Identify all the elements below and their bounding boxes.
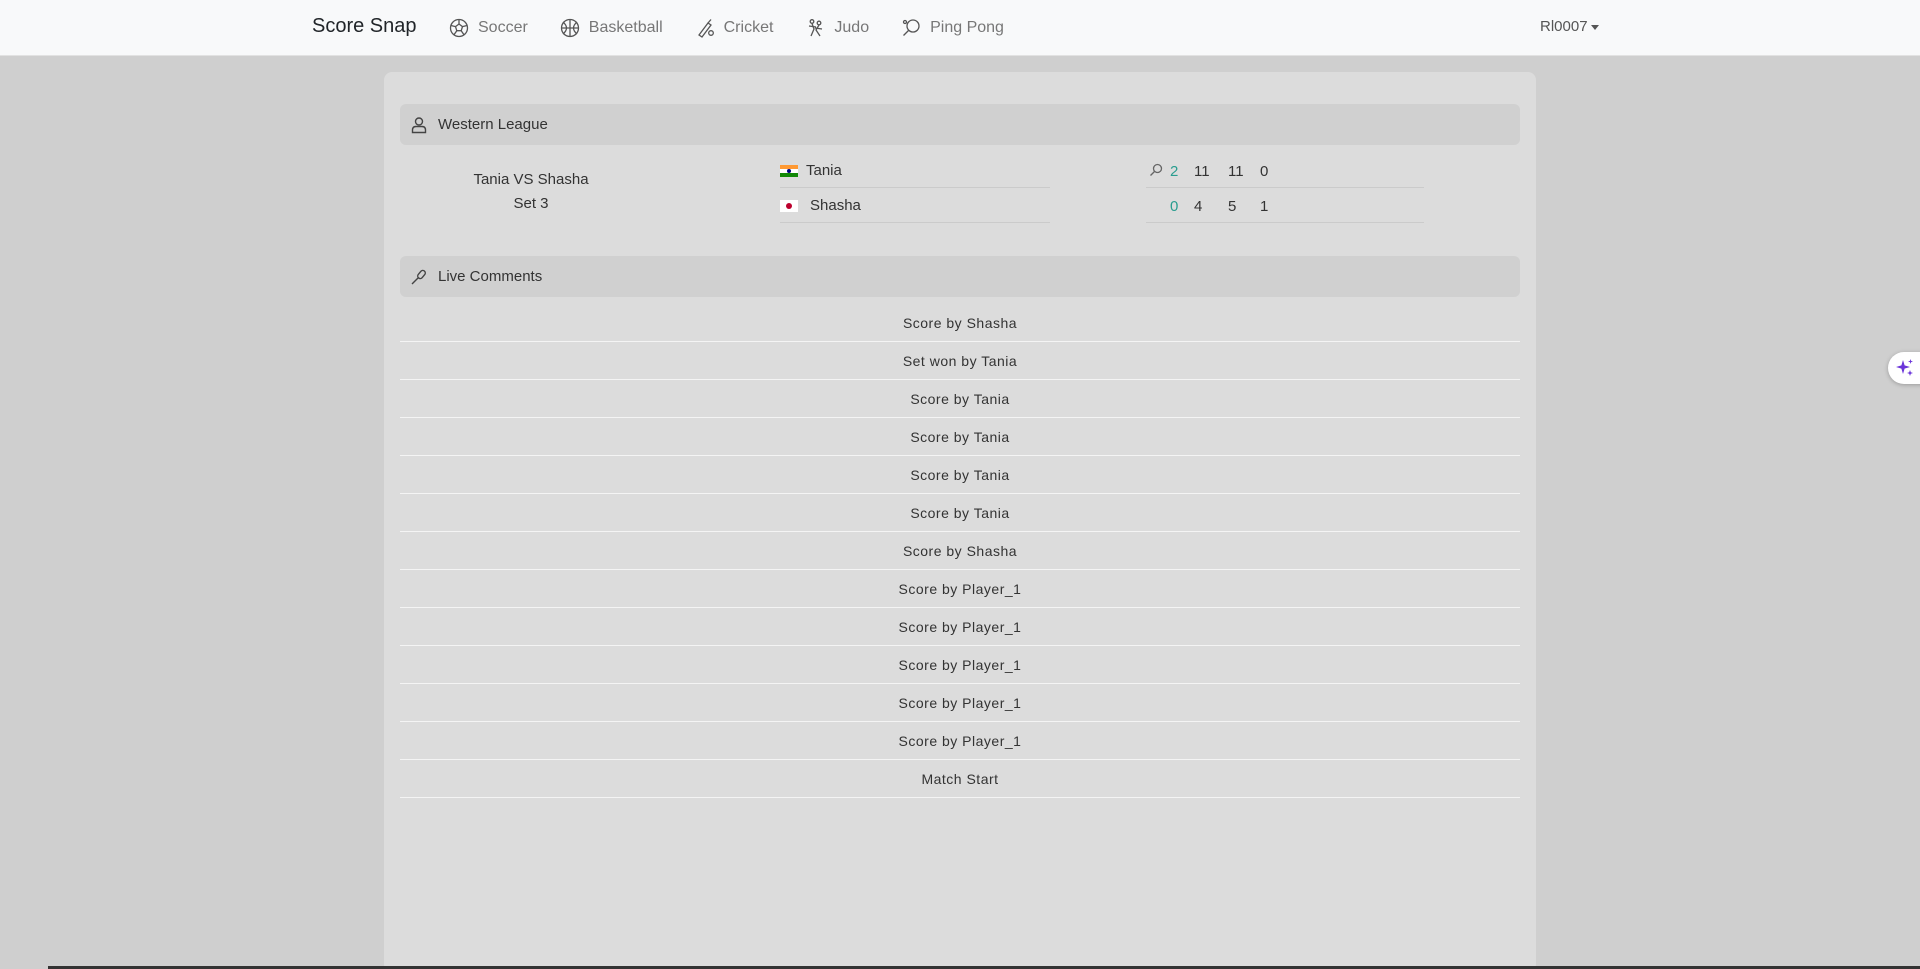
comment-item: Score by Player_1 xyxy=(400,722,1520,760)
comment-item: Score by Tania xyxy=(400,494,1520,532)
player-row: Tania xyxy=(780,154,1050,188)
player-name: Tania xyxy=(806,162,842,179)
comment-item: Score by Player_1 xyxy=(400,684,1520,722)
comment-item: Score by Player_1 xyxy=(400,646,1520,684)
comment-item: Set won by Tania xyxy=(400,342,1520,380)
comment-item: Score by Tania xyxy=(400,418,1520,456)
comment-item: Score by Shasha xyxy=(400,304,1520,342)
league-title: Western League xyxy=(438,116,548,133)
basketball-icon xyxy=(559,17,581,39)
comment-item: Score by Player_1 xyxy=(400,570,1520,608)
match-summary[interactable]: Tania VS Shasha Set 3 xyxy=(456,168,606,216)
ping-pong-paddle-icon xyxy=(900,17,922,39)
microphone-icon xyxy=(411,269,426,284)
set-score: 5 xyxy=(1228,198,1237,215)
player-name: Shasha xyxy=(810,197,861,214)
comment-item: Score by Shasha xyxy=(400,532,1520,570)
sets-won: 2 xyxy=(1170,163,1179,180)
live-comments-title: Live Comments xyxy=(438,268,543,285)
brand-logo[interactable]: Score Snap xyxy=(312,15,417,38)
serving-paddle-icon xyxy=(1149,163,1163,181)
set-score: 0 xyxy=(1260,163,1269,180)
nav-item-cricket[interactable]: Cricket xyxy=(694,17,774,39)
nav-item-basketball[interactable]: Basketball xyxy=(559,17,663,39)
sparkle-icon xyxy=(1896,359,1913,376)
league-header: Western League xyxy=(400,104,1520,145)
set-score: 11 xyxy=(1228,163,1244,180)
japan-flag-icon xyxy=(780,199,798,212)
comment-item: Score by Tania xyxy=(400,380,1520,418)
nav-item-judo[interactable]: Judo xyxy=(804,17,869,39)
comment-item: Match Start xyxy=(400,760,1520,798)
nav-item-label: Ping Pong xyxy=(930,19,1004,36)
comment-item: Score by Player_1 xyxy=(400,608,1520,646)
player-row: Shasha xyxy=(780,189,1050,223)
top-navbar: Score Snap Soccer Basketball Cricket Jud… xyxy=(0,0,1920,56)
set-score: 11 xyxy=(1194,163,1210,180)
score-row: 2 11 11 0 xyxy=(1146,154,1424,188)
soccer-ball-icon xyxy=(448,17,470,39)
nav-item-ping-pong[interactable]: Ping Pong xyxy=(900,17,1004,39)
live-comments-header: Live Comments xyxy=(400,256,1520,297)
user-menu-dropdown[interactable]: Rl0007 xyxy=(1540,18,1599,35)
nav-item-label: Basketball xyxy=(588,19,663,36)
sets-won: 0 xyxy=(1170,198,1179,215)
comment-item: Score by Tania xyxy=(400,456,1520,494)
india-flag-icon xyxy=(780,164,798,177)
comments-list: Score by Shasha Set won by Tania Score b… xyxy=(400,304,1520,798)
set-label: Set 3 xyxy=(513,195,549,212)
user-icon xyxy=(411,116,427,133)
sport-nav: Soccer Basketball Cricket Judo Ping Pong xyxy=(448,0,1035,56)
nav-item-label: Soccer xyxy=(478,19,528,36)
ai-assistant-button[interactable] xyxy=(1888,352,1920,384)
set-score: 1 xyxy=(1260,198,1269,215)
username: Rl0007 xyxy=(1540,18,1588,35)
score-row: 0 4 5 1 xyxy=(1146,189,1424,223)
nav-item-soccer[interactable]: Soccer xyxy=(448,17,528,39)
nav-item-label: Judo xyxy=(834,19,870,36)
nav-item-label: Cricket xyxy=(723,19,774,36)
cricket-icon xyxy=(694,17,716,39)
main-panel: Western League Tania VS Shasha Set 3 Tan… xyxy=(384,72,1536,969)
judo-icon xyxy=(804,17,826,39)
match-title: Tania VS Shasha xyxy=(473,171,589,188)
caret-down-icon xyxy=(1590,24,1599,30)
set-score: 4 xyxy=(1194,198,1203,215)
